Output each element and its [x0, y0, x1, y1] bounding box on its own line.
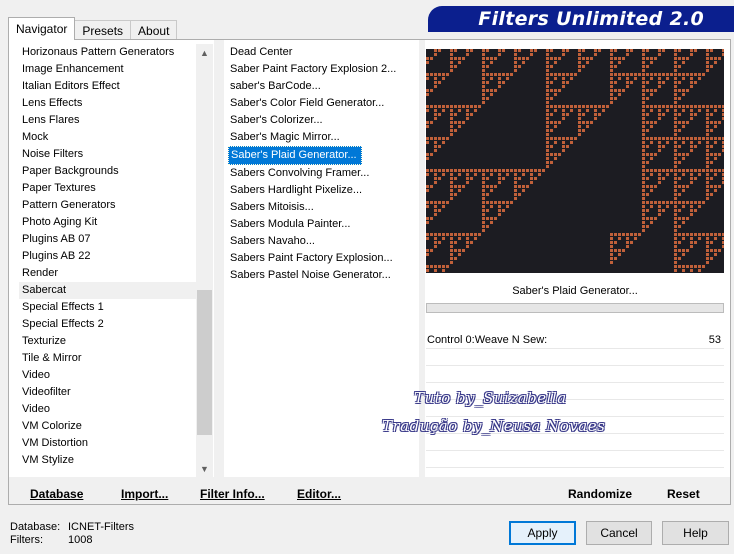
status-filters-label: Filters: — [10, 534, 43, 546]
import-button[interactable]: Import... — [121, 487, 168, 501]
category-item[interactable]: Plugins AB 07 — [19, 231, 204, 248]
divider — [214, 40, 224, 504]
filter-item[interactable]: Sabers Modula Painter... — [228, 216, 350, 233]
category-item[interactable]: Pattern Generators — [19, 197, 204, 214]
tab-navigator[interactable]: Navigator — [8, 17, 76, 40]
category-item[interactable]: Noise Filters — [19, 146, 204, 163]
category-item[interactable]: Video — [19, 401, 204, 418]
filter-item[interactable]: Sabers Mitoisis... — [228, 199, 314, 216]
filter-item[interactable]: Saber's Plaid Generator... — [228, 146, 362, 165]
category-item[interactable]: Paper Backgrounds — [19, 163, 204, 180]
status-filters-value: 1008 — [68, 534, 93, 546]
category-item[interactable]: VM Colorize — [19, 418, 204, 435]
filter-preview — [426, 49, 724, 273]
tab-about[interactable]: About — [130, 20, 178, 40]
category-item[interactable]: Image Enhancement — [19, 61, 204, 78]
category-item[interactable]: Horizonaus Pattern Generators — [19, 44, 204, 61]
progress-bar — [426, 303, 724, 313]
category-item[interactable]: Paper Textures — [19, 180, 204, 197]
status-area: Database: ICNET-Filters Filters: 1008 — [10, 521, 134, 547]
watermark-line1: Tuto by_Suizabella — [414, 389, 567, 407]
help-button[interactable]: Help — [662, 521, 729, 545]
category-item[interactable]: Tile & Mirror — [19, 350, 204, 367]
filter-item[interactable]: Sabers Convolving Framer... — [228, 165, 369, 182]
filter-info-button[interactable]: Filter Info... — [200, 487, 265, 501]
control-sliders: Control 0:Weave N Sew: 53 — [426, 332, 724, 484]
category-item[interactable]: Videofilter — [19, 384, 204, 401]
randomize-button[interactable]: Randomize — [568, 487, 632, 501]
preview-filter-name: Saber's Plaid Generator... — [512, 285, 638, 297]
app-title: Filters Unlimited 2.0 — [478, 8, 704, 30]
status-database-label: Database: — [10, 521, 61, 533]
category-item[interactable]: Special Effects 1 — [19, 299, 204, 316]
control-row-empty — [426, 451, 724, 468]
control-row-empty — [426, 366, 724, 383]
apply-button[interactable]: Apply — [509, 521, 576, 545]
filter-item[interactable]: Saber's Colorizer... — [228, 112, 323, 129]
scroll-up-icon[interactable]: ▲ — [196, 44, 213, 61]
category-item[interactable]: Render — [19, 265, 204, 282]
app-banner: Filters Unlimited 2.0 — [428, 6, 734, 32]
filter-item[interactable]: Sabers Hardlight Pixelize... — [228, 182, 362, 199]
filter-item[interactable]: Saber Paint Factory Explosion 2... — [228, 61, 396, 78]
category-item[interactable]: VM Stylize — [19, 452, 204, 469]
control-row-empty — [426, 349, 724, 366]
category-item[interactable]: Lens Effects — [19, 95, 204, 112]
preview-pattern — [426, 49, 724, 272]
filter-item[interactable]: Sabers Paint Factory Explosion... — [228, 250, 393, 267]
database-button[interactable]: Database — [30, 487, 83, 501]
filter-item[interactable]: Saber's Magic Mirror... — [228, 129, 340, 146]
reset-button[interactable]: Reset — [667, 487, 700, 501]
navigator-panel: Horizonaus Pattern Generators Image Enhan… — [8, 39, 731, 505]
filter-item[interactable]: Sabers Pastel Noise Generator... — [228, 267, 391, 284]
status-database-value: ICNET-Filters — [68, 521, 134, 533]
filter-list[interactable]: Dead Center Saber Paint Factory Explosion… — [228, 44, 428, 474]
category-item[interactable]: Plugins AB 22 — [19, 248, 204, 265]
category-list[interactable]: Horizonaus Pattern Generators Image Enhan… — [19, 44, 204, 477]
category-item[interactable]: Lens Flares — [19, 112, 204, 129]
control-row[interactable]: Control 0:Weave N Sew: 53 — [426, 332, 724, 349]
watermark-line2: Tradução by_Neusa Novaes — [382, 417, 606, 435]
category-item[interactable]: VM Distortion — [19, 435, 204, 452]
scroll-down-icon[interactable]: ▼ — [196, 460, 213, 477]
category-item[interactable]: Video — [19, 367, 204, 384]
tab-presets[interactable]: Presets — [74, 20, 132, 40]
filter-item[interactable]: Sabers Navaho... — [228, 233, 315, 250]
category-item[interactable]: Special Effects 2 — [19, 316, 204, 333]
cancel-button[interactable]: Cancel — [586, 521, 652, 545]
control-row-empty — [426, 434, 724, 451]
filter-item[interactable]: saber's BarCode... — [228, 78, 321, 95]
category-item[interactable]: Mock — [19, 129, 204, 146]
scroll-thumb[interactable] — [197, 290, 212, 435]
filter-item[interactable]: Saber's Color Field Generator... — [228, 95, 384, 112]
tab-strip: Navigator Presets About — [8, 17, 178, 40]
control-label: Control 0:Weave N Sew: — [427, 334, 548, 346]
category-item[interactable]: Sabercat — [19, 282, 204, 299]
category-item[interactable]: Photo Aging Kit — [19, 214, 204, 231]
editor-button[interactable]: Editor... — [297, 487, 341, 501]
category-scrollbar[interactable]: ▲ ▼ — [196, 44, 213, 477]
category-item[interactable]: Italian Editors Effect — [19, 78, 204, 95]
category-item[interactable]: Texturize — [19, 333, 204, 350]
filter-item[interactable]: Dead Center — [228, 44, 292, 61]
control-value: 53 — [708, 334, 721, 346]
preview-image — [426, 49, 724, 272]
